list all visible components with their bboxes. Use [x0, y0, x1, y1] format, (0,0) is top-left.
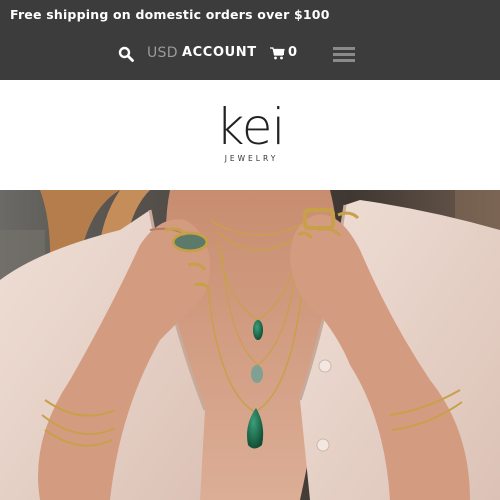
logo-wordmark: kei — [215, 98, 286, 156]
hero-photo — [0, 190, 500, 500]
cart-count: 0 — [288, 45, 298, 60]
currency-selector[interactable]: USD — [147, 45, 178, 61]
account-link[interactable]: ACCOUNT — [182, 45, 257, 60]
search-icon[interactable] — [118, 46, 134, 62]
hamburger-menu-icon[interactable] — [333, 47, 355, 63]
site-logo[interactable]: kei JEWELRY — [205, 102, 295, 168]
announcement-text: Free shipping on domestic orders over $1… — [10, 7, 330, 22]
cart-icon — [270, 47, 285, 60]
header-bar: Free shipping on domestic orders over $1… — [0, 0, 500, 80]
utility-nav: USD ACCOUNT 0 — [0, 44, 500, 66]
hero-illustration — [0, 190, 500, 500]
logo-area: kei JEWELRY — [0, 80, 500, 190]
